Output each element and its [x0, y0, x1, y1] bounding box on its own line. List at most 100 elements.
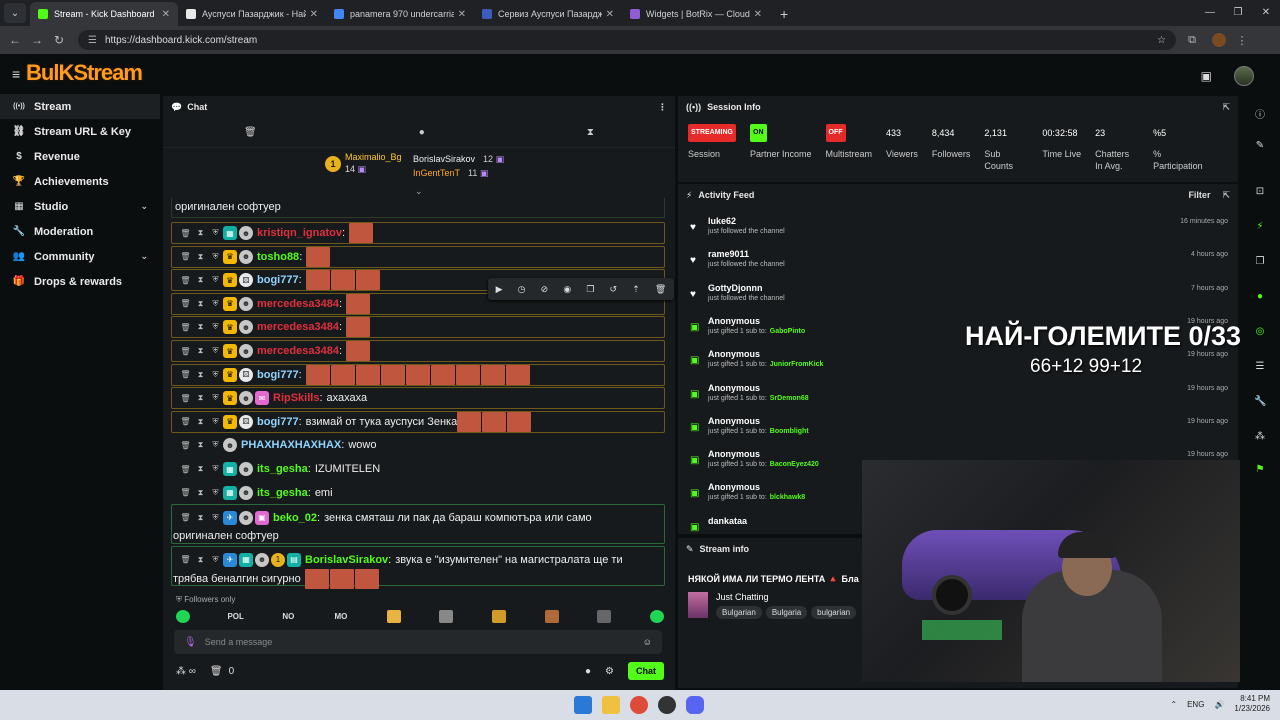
- activity-user[interactable]: Anonymous: [708, 383, 760, 393]
- extensions-icon[interactable]: ⧉: [1182, 34, 1202, 47]
- discord-icon[interactable]: [686, 696, 704, 714]
- delete-icon[interactable]: 🗑: [178, 347, 193, 356]
- copy-icon[interactable]: ❐: [586, 284, 594, 295]
- activity-target[interactable]: blckhawk8: [770, 494, 805, 501]
- broadcast-icon[interactable]: ◎: [1254, 326, 1266, 338]
- new-tab-button[interactable]: +: [780, 6, 788, 22]
- timeout-icon[interactable]: ⧗: [193, 322, 208, 332]
- timeout-icon[interactable]: ⧗: [193, 346, 208, 356]
- sidebar-item-studio[interactable]: ▦ Studio ⌄: [0, 194, 160, 219]
- ban-shield-icon[interactable]: ⛨: [208, 417, 223, 427]
- flag-icon[interactable]: ⚑: [1254, 464, 1266, 476]
- quick-emote-icon[interactable]: [597, 609, 612, 623]
- activity-target[interactable]: GaboPinto: [770, 328, 805, 335]
- activity-user[interactable]: dankataa: [708, 516, 747, 526]
- activity-target[interactable]: Boomblight: [770, 428, 809, 435]
- settings-gear-icon[interactable]: ⚙: [605, 666, 614, 677]
- popout-icon[interactable]: ⇱: [1222, 190, 1230, 201]
- delete-icon[interactable]: 🗑: [178, 370, 193, 379]
- browser-tab[interactable]: Сервиз Ауспуси Пазарджик (0 ✕: [474, 2, 622, 26]
- user-avatar[interactable]: [1234, 66, 1254, 86]
- quick-emote-icon[interactable]: [176, 609, 190, 623]
- undo-icon[interactable]: ↺: [610, 284, 618, 295]
- quick-emote-icon[interactable]: [386, 609, 401, 623]
- chat-username[interactable]: PHAXHAXHAXHAX: [241, 439, 341, 451]
- delete-icon[interactable]: 🗑: [178, 488, 193, 497]
- monitor-icon[interactable]: ▣: [1201, 69, 1212, 83]
- stream-tag[interactable]: bulgarian: [811, 606, 857, 619]
- browser-tab[interactable]: panamera 970 undercarriage - ✕: [326, 2, 474, 26]
- activity-user[interactable]: Anonymous: [708, 482, 760, 492]
- delete-icon[interactable]: 🗑: [178, 229, 193, 238]
- copy-icon[interactable]: ❐: [1254, 256, 1266, 268]
- chat-username[interactable]: RipSkills: [273, 392, 319, 404]
- browser-menu-icon[interactable]: ⋮: [1232, 34, 1252, 47]
- ban-shield-icon[interactable]: ⛨: [208, 322, 223, 332]
- activity-user[interactable]: GottyDjonnn: [708, 283, 763, 293]
- activity-target[interactable]: SrDemon68: [770, 395, 809, 402]
- ban-shield-icon[interactable]: ⛨: [208, 275, 223, 285]
- quick-emote-icon[interactable]: [491, 609, 506, 623]
- sidebar-item-achievements[interactable]: 🏆 Achievements: [0, 169, 160, 194]
- url-input[interactable]: ☰ https://dashboard.kick.com/stream ☆: [78, 30, 1176, 50]
- stream-tag[interactable]: Bulgaria: [765, 606, 808, 619]
- delete-icon[interactable]: 🗑: [178, 323, 193, 332]
- tab-close-icon[interactable]: ✕: [754, 9, 762, 20]
- forward-icon[interactable]: →: [26, 33, 48, 47]
- quick-emote-no[interactable]: NO: [281, 610, 295, 623]
- sidebar-item-stream[interactable]: ((•)) Stream: [0, 94, 160, 119]
- chat-icon[interactable]: ●: [1254, 291, 1266, 303]
- maximize-icon[interactable]: ❐: [1224, 0, 1252, 24]
- delete-icon[interactable]: 🗑: [178, 252, 193, 261]
- chat-username[interactable]: tosho88: [257, 251, 299, 263]
- info-icon[interactable]: ⓘ: [1254, 106, 1266, 121]
- logo[interactable]: BulKStream: [26, 60, 143, 86]
- ban-shield-icon[interactable]: ⛨: [208, 464, 223, 474]
- stream-tag[interactable]: Bulgarian: [716, 606, 762, 619]
- cart-icon[interactable]: 🗑: [210, 666, 223, 677]
- third-name[interactable]: InGentTenT: [413, 168, 460, 178]
- activity-user[interactable]: Anonymous: [708, 449, 760, 459]
- delete-icon[interactable]: 🗑: [178, 509, 193, 527]
- pencil-icon[interactable]: ✎: [1254, 140, 1266, 152]
- sidebar-item-revenue[interactable]: $ Revenue: [0, 144, 160, 169]
- timeout-icon[interactable]: ◷: [518, 284, 526, 295]
- delete-icon[interactable]: 🗑: [178, 417, 193, 426]
- quick-emote-icon[interactable]: [544, 609, 559, 623]
- delete-icon[interactable]: 🗑: [178, 276, 193, 285]
- send-chat-button[interactable]: Chat: [628, 662, 664, 680]
- filter-button[interactable]: Filter: [1188, 190, 1210, 200]
- language-indicator[interactable]: ENG: [1187, 700, 1204, 709]
- target-icon[interactable]: ⊡: [1254, 186, 1266, 198]
- chat-settings-icon[interactable]: ●: [419, 127, 425, 138]
- quick-emote-icon[interactable]: [649, 609, 664, 623]
- delete-icon[interactable]: 🗑: [178, 299, 193, 308]
- chat-bubble-icon[interactable]: ●: [585, 666, 591, 677]
- chrome-icon[interactable]: [630, 696, 648, 714]
- second-name[interactable]: BorislavSirakov: [413, 154, 475, 164]
- clock[interactable]: 8:41 PM 1/23/2026: [1234, 694, 1270, 714]
- points-icon[interactable]: ⁂ ∞: [176, 666, 196, 677]
- ban-shield-icon[interactable]: ⛨: [208, 346, 223, 356]
- list-icon[interactable]: ☰: [1254, 361, 1266, 373]
- chat-username[interactable]: mercedesa3484: [257, 321, 339, 333]
- volume-icon[interactable]: 🔊: [1214, 700, 1224, 709]
- ban-shield-icon[interactable]: ⛨: [208, 393, 223, 403]
- tab-close-icon[interactable]: ✕: [310, 9, 318, 20]
- sidebar-item-community[interactable]: 👥 Community ⌄: [0, 244, 160, 269]
- ban-shield-icon[interactable]: ⛨: [208, 551, 223, 569]
- ban-shield-icon[interactable]: ⛨: [208, 299, 223, 309]
- sidebar-item-drops-rewards[interactable]: 🎁 Drops & rewards: [0, 269, 160, 294]
- tab-search-button[interactable]: ⌄: [4, 3, 26, 23]
- sidebar-item-moderation[interactable]: 🔧 Moderation: [0, 219, 160, 244]
- chat-username[interactable]: its_gesha: [257, 463, 308, 475]
- activity-user[interactable]: luke62: [708, 216, 736, 226]
- timeout-icon[interactable]: ⧗: [193, 488, 208, 498]
- bolt-icon[interactable]: ⚡: [1254, 221, 1266, 233]
- windows-start-icon[interactable]: [574, 696, 592, 714]
- chat-username[interactable]: its_gesha: [257, 487, 308, 499]
- bookmark-star-icon[interactable]: ☆: [1157, 35, 1166, 46]
- ban-shield-icon[interactable]: ⛨: [208, 488, 223, 498]
- pin-icon[interactable]: ⇡: [632, 284, 640, 295]
- close-window-icon[interactable]: ✕: [1252, 0, 1280, 24]
